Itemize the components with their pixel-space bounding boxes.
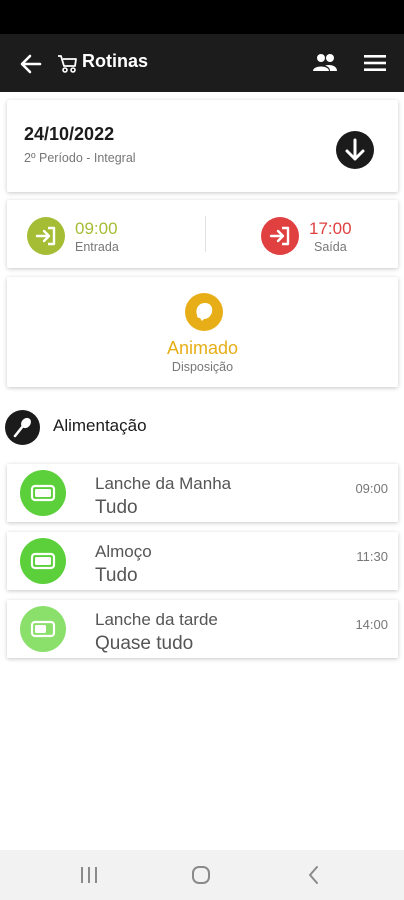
entry-badge	[27, 217, 65, 255]
feeding-title: Alimentação	[53, 416, 147, 435]
meal-time: 11:30	[356, 549, 388, 564]
meal-name: Lanche da Manha	[95, 474, 232, 493]
stroller-icon	[58, 55, 77, 73]
battery-icon	[30, 552, 56, 570]
face-icon	[196, 303, 213, 321]
exit-time: 17:00	[309, 219, 352, 238]
system-nav-bar	[0, 850, 404, 900]
meal-amount: Quase tudo	[95, 633, 194, 654]
feeding-badge	[5, 410, 40, 445]
routine-date-card: 24/10/2022 2º Período - Integral	[7, 100, 398, 192]
meal-name: Almoço	[95, 542, 152, 561]
mood-label: Disposição	[171, 360, 234, 374]
battery-icon	[30, 620, 56, 638]
meal-card[interactable]: Almoço Tudo 11:30	[7, 532, 398, 590]
recents-icon[interactable]	[79, 864, 99, 886]
meal-time: 14:00	[355, 617, 388, 632]
status-bar	[0, 0, 404, 34]
mood-value: Animado	[166, 338, 239, 358]
page-title: Rotinas	[82, 51, 149, 71]
app-bar: Rotinas	[0, 34, 404, 92]
entry-time: 09:00	[75, 219, 118, 238]
divider	[205, 216, 206, 252]
battery-icon	[30, 484, 56, 502]
meal-amount: Tudo	[95, 565, 138, 586]
times-card: 09:00 Entrada 17:00 Saída	[7, 200, 398, 268]
entry-label: Entrada	[75, 240, 119, 254]
download-icon	[345, 138, 365, 161]
mood-card: Animado Disposição	[7, 277, 398, 387]
spoon-icon	[13, 417, 31, 438]
meal-card[interactable]: Lanche da tarde Quase tudo 14:00	[7, 600, 398, 658]
meal-name: Lanche da tarde	[95, 610, 218, 629]
download-button[interactable]	[336, 131, 374, 169]
mood-badge	[185, 293, 223, 331]
exit-badge	[261, 217, 299, 255]
back-icon[interactable]	[306, 864, 322, 886]
meal-badge	[20, 470, 66, 516]
people-icon[interactable]	[311, 50, 339, 76]
back-arrow-icon[interactable]	[18, 51, 44, 77]
exit-label: Saída	[314, 240, 347, 254]
login-icon	[35, 226, 56, 246]
meal-badge	[20, 538, 66, 584]
home-icon[interactable]	[190, 864, 212, 886]
meal-time: 09:00	[355, 481, 388, 496]
routine-period: 2º Período - Integral	[24, 151, 136, 165]
menu-icon[interactable]	[363, 52, 387, 74]
feeding-section-header: Alimentação	[5, 408, 395, 448]
logout-icon	[269, 226, 290, 246]
meal-badge	[20, 606, 66, 652]
meal-card[interactable]: Lanche da Manha Tudo 09:00	[7, 464, 398, 522]
meal-amount: Tudo	[95, 497, 138, 518]
routine-date: 24/10/2022	[24, 124, 115, 144]
